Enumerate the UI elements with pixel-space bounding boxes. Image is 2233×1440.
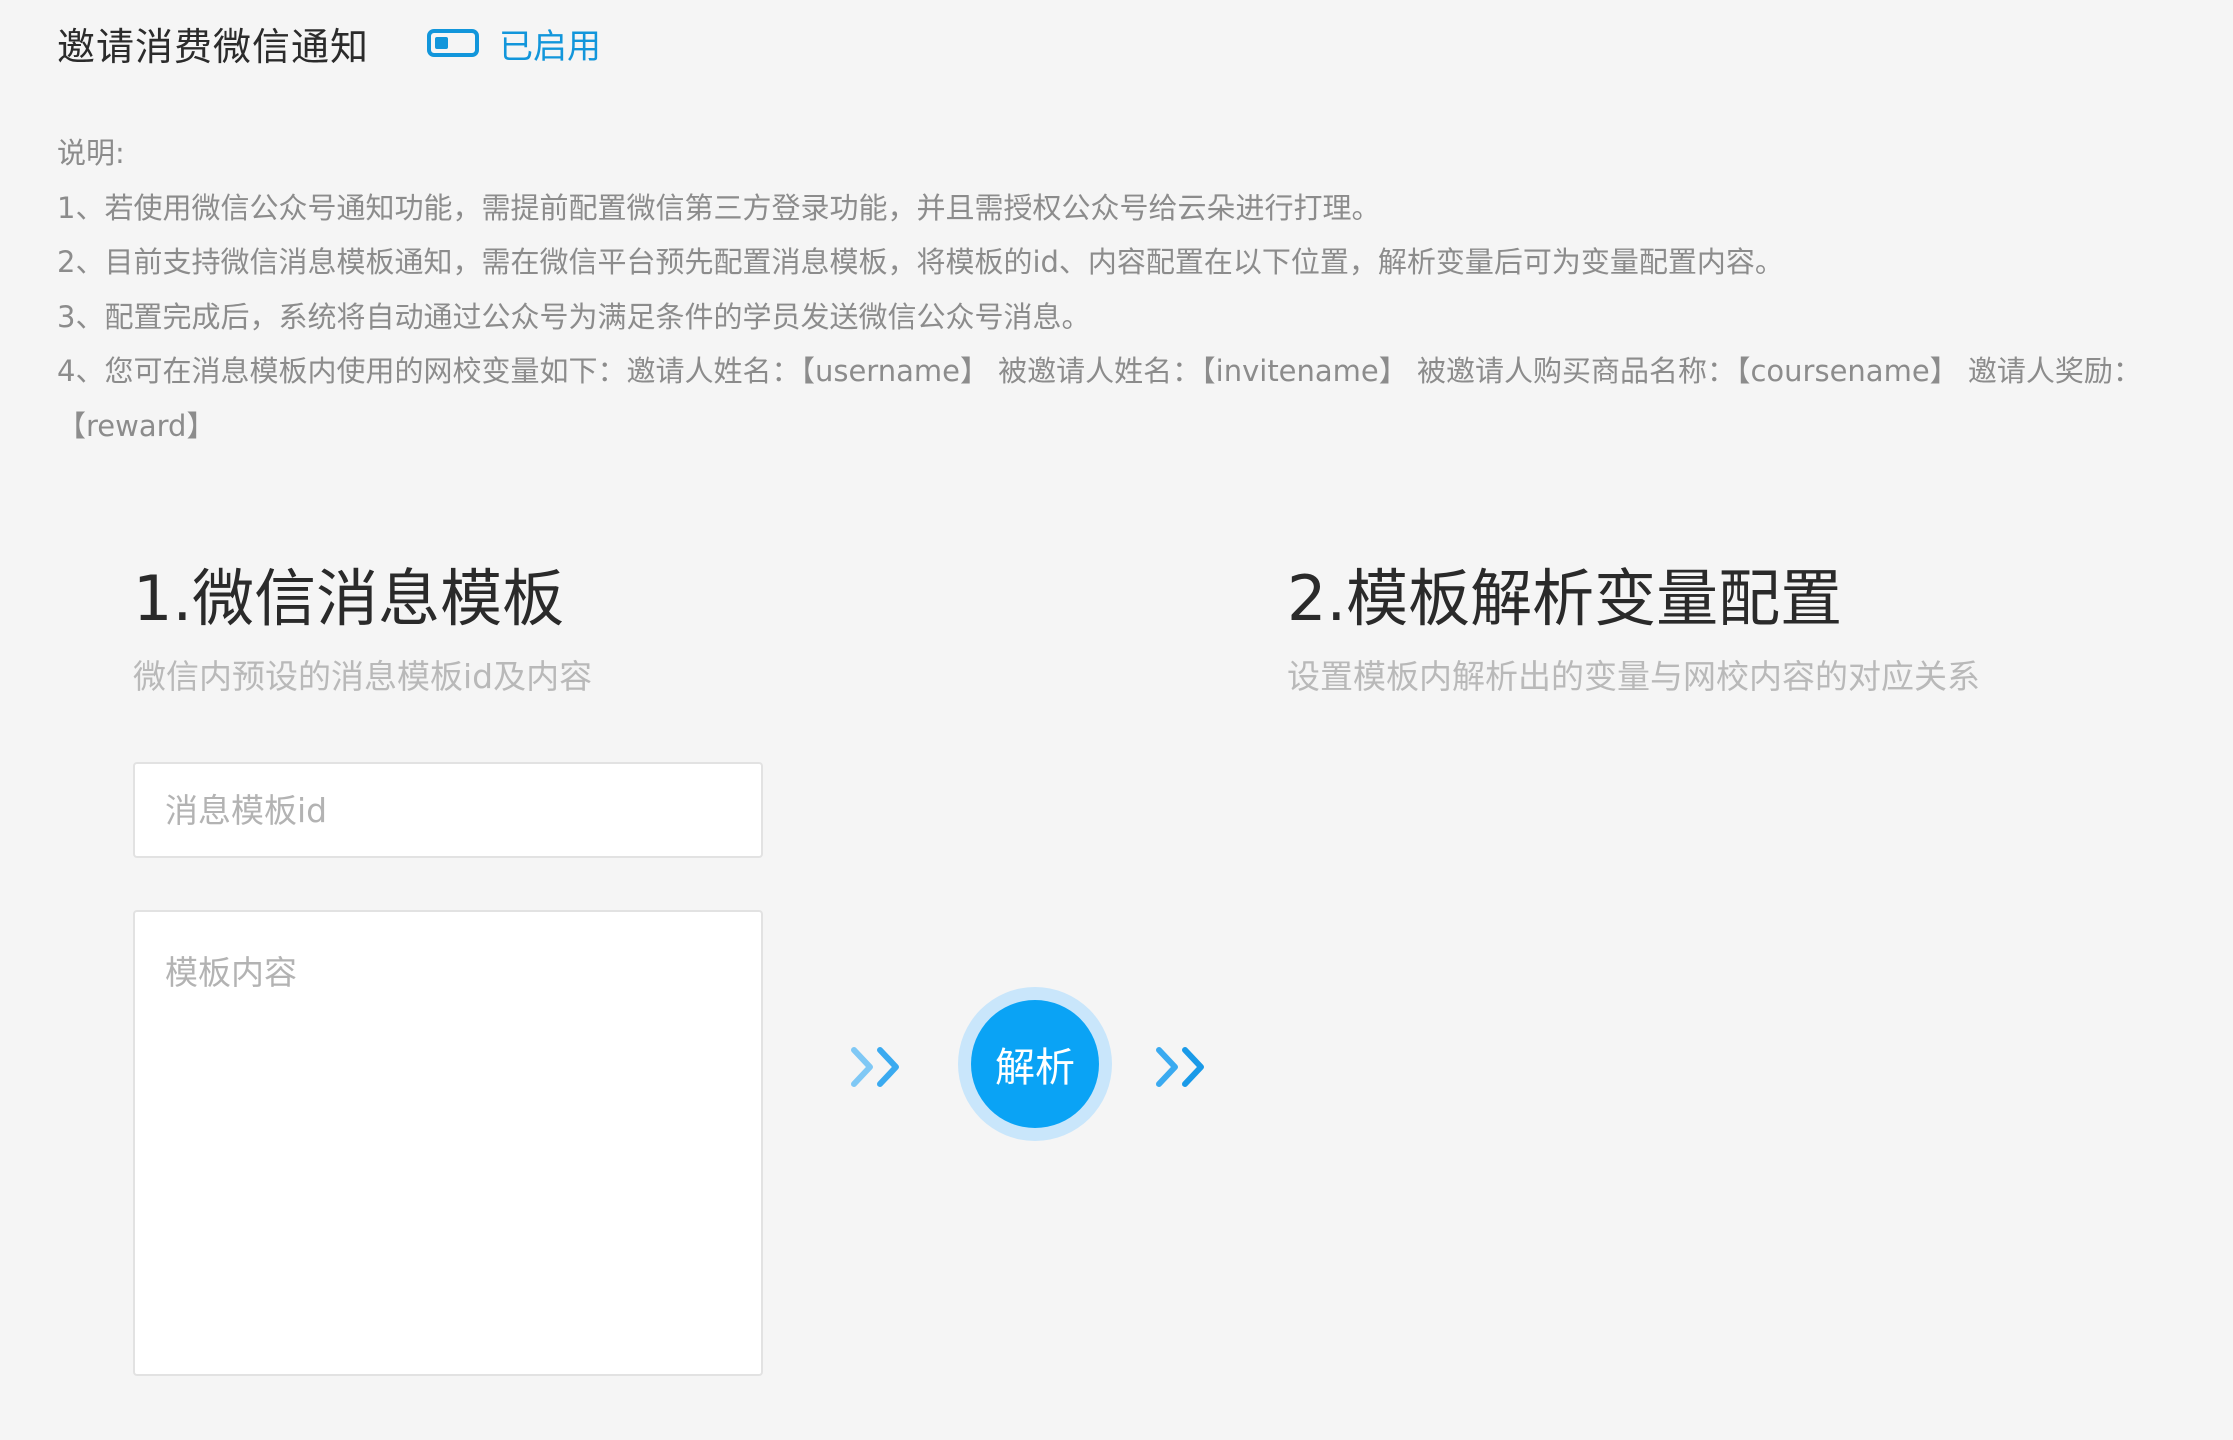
double-chevron-right-icon xyxy=(1156,1047,1204,1087)
header: 邀请消费微信通知 已启用 xyxy=(57,8,601,78)
page-title: 邀请消费微信通知 xyxy=(57,24,370,69)
instruction-item: 4、您可在消息模板内使用的网校变量如下：邀请人姓名：【username】 被邀请… xyxy=(57,354,2142,443)
instruction-item: 2、目前支持微信消息模板通知，需在微信平台预先配置消息模板，将模板的id、内容配… xyxy=(57,245,1784,279)
instructions-heading: 说明: xyxy=(57,136,125,170)
template-id-input[interactable] xyxy=(133,762,763,858)
template-content-textarea[interactable] xyxy=(133,910,763,1376)
toggle-status-label[interactable]: 已启用 xyxy=(499,19,601,68)
parse-button[interactable]: 解析 xyxy=(971,1000,1099,1128)
instruction-item: 1、若使用微信公众号通知功能，需提前配置微信第三方登录功能，并且需授权公众号给云… xyxy=(57,190,1381,225)
template-section-title: 1.微信消息模板 xyxy=(133,562,565,635)
instructions: 说明: 1、若使用微信公众号通知功能，需提前配置微信第三方登录功能，并且需授权公… xyxy=(57,126,2207,453)
variable-section-title: 2.模板解析变量配置 xyxy=(1287,562,1843,635)
template-section-subtitle: 微信内预设的消息模板id及内容 xyxy=(133,657,593,696)
enable-toggle[interactable] xyxy=(427,29,480,57)
toggle-knob xyxy=(435,37,449,49)
variable-section-subtitle: 设置模板内解析出的变量与网校内容的对应关系 xyxy=(1287,657,1980,696)
instruction-item: 3、配置完成后，系统将自动通过公众号为满足条件的学员发送微信公众号消息。 xyxy=(57,299,1091,334)
double-chevron-right-icon xyxy=(851,1047,899,1087)
